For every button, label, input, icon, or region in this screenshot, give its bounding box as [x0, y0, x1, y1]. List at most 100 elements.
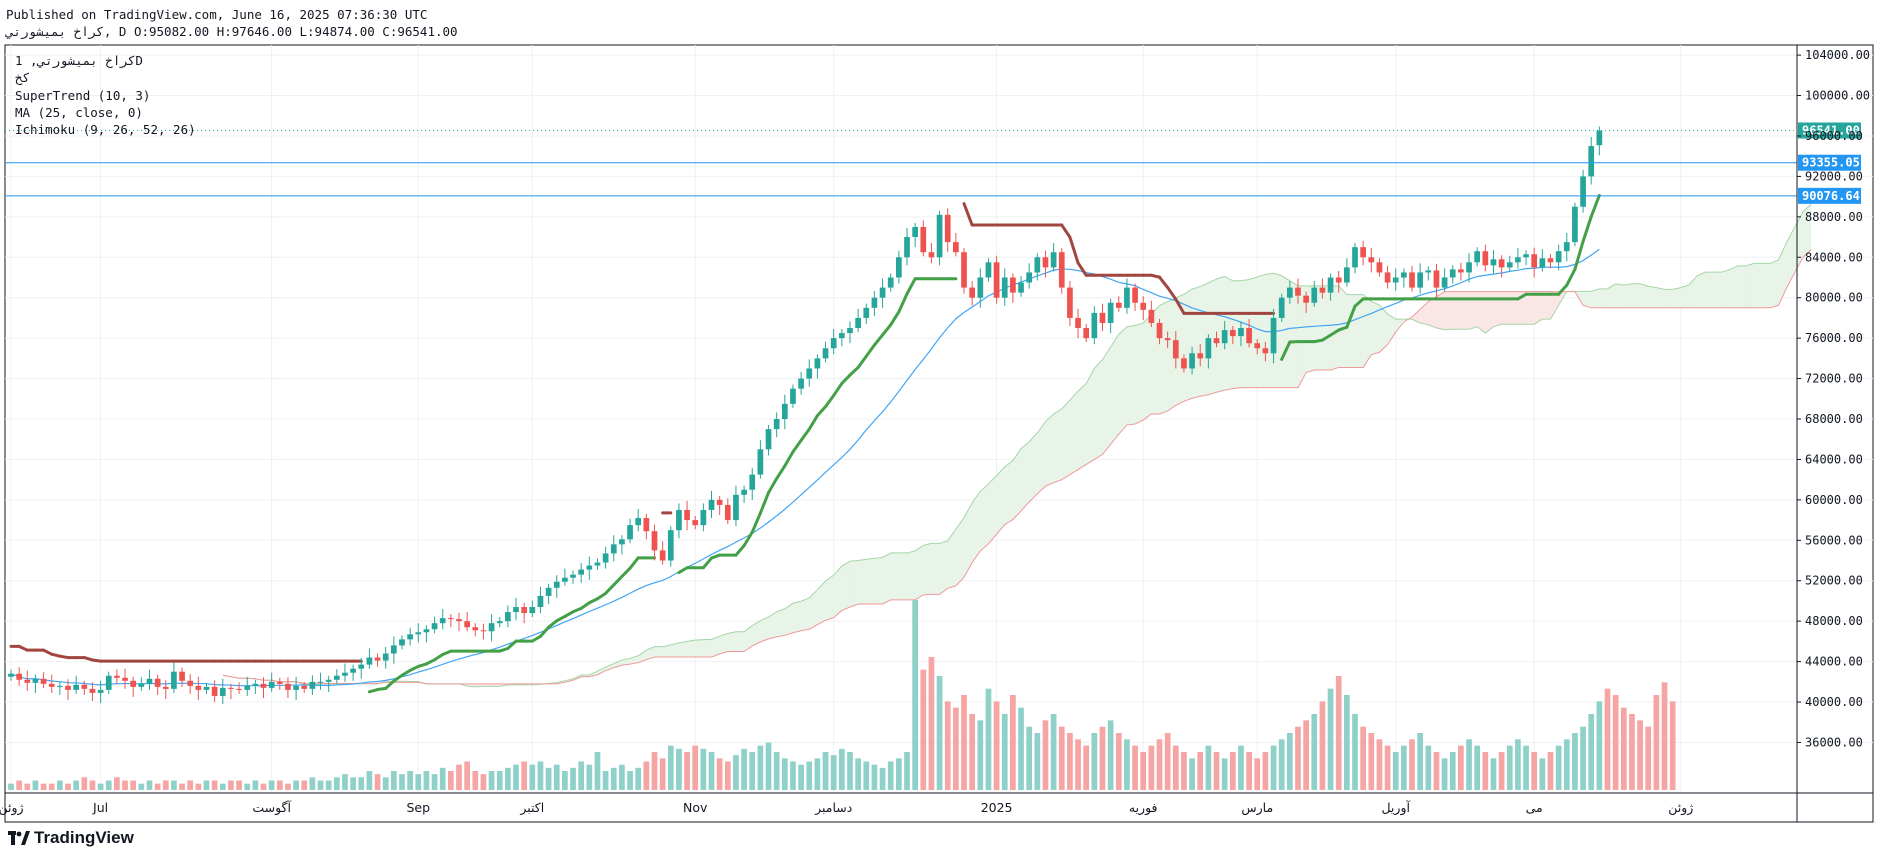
volume-bar: [586, 764, 593, 790]
candle-up: [741, 489, 747, 495]
volume-bar: [781, 758, 788, 790]
candle-up: [1490, 259, 1497, 266]
volume-bar: [431, 774, 438, 790]
cloud-segment: [1452, 291, 1461, 330]
volume-bar: [1262, 752, 1269, 790]
candle-up: [1572, 206, 1578, 243]
legend-ma[interactable]: MA (25, close, 0): [15, 105, 143, 120]
candle-up: [171, 671, 177, 689]
volume-bar: [838, 748, 845, 790]
candle-down: [1246, 328, 1252, 344]
cloud-segment: [1053, 408, 1062, 483]
cloud-segment: [1697, 272, 1706, 308]
candle-down: [724, 504, 731, 521]
volume-bar: [684, 752, 690, 790]
candle-up: [268, 681, 275, 688]
volume-bar: [211, 780, 218, 790]
supertrend-segment: [1581, 215, 1593, 243]
x-tick-label: آوریل: [1381, 800, 1410, 816]
cloud-segment: [1371, 301, 1380, 355]
volume-bar: [553, 764, 560, 790]
candle-down: [236, 688, 242, 690]
volume-bar: [1458, 745, 1464, 790]
candle-down: [276, 681, 283, 684]
candle-down: [40, 678, 47, 684]
cloud-segment: [801, 597, 810, 631]
tradingview-logo[interactable]: TradingView: [8, 828, 134, 848]
candle-down: [1156, 322, 1163, 339]
time-axis[interactable]: ژوئن Jul آگوست Sep اکتبر Nov دسامبر 2025 فوریه ما…: [0, 792, 1873, 816]
candle-up: [1344, 267, 1350, 283]
candle-up: [1466, 262, 1472, 273]
cloud-segment: [1208, 279, 1217, 395]
candle-up: [1221, 330, 1228, 344]
legend-ichimoku[interactable]: Ichimoku (9, 26, 52, 26): [15, 122, 196, 137]
volume-bar: [317, 780, 324, 790]
supertrend-segment: [815, 405, 828, 418]
cloud-segment: [1729, 265, 1738, 308]
supertrend-segment: [872, 333, 885, 347]
volume-bar: [1629, 714, 1635, 790]
volume-bar: [114, 777, 120, 790]
cloud-segment: [923, 543, 932, 595]
price-chart[interactable]: 93355.0590076.6496541.00 104000.00100000…: [0, 0, 1878, 858]
candle-down: [456, 619, 462, 622]
supertrend-segment: [1060, 223, 1072, 239]
volume-bar: [1205, 745, 1212, 790]
x-tick-label: ژوئن: [0, 800, 24, 816]
supertrend-segment: [783, 450, 795, 468]
volume-bar: [1604, 688, 1611, 790]
candle-up: [73, 684, 80, 690]
supertrend-segment: [824, 393, 836, 409]
cloud-segment: [915, 545, 924, 600]
volume-bar: [488, 771, 495, 790]
supertrend-segment: [1076, 261, 1088, 277]
volume-bar: [1384, 745, 1391, 790]
candle-up: [1449, 269, 1456, 278]
cloud-segment: [931, 543, 940, 595]
supertrend-segment: [856, 354, 868, 369]
supertrend-segment: [1565, 267, 1577, 287]
y-tick-label: 84000.00: [1805, 250, 1863, 264]
candle-up: [1001, 277, 1008, 298]
candle-down: [1458, 269, 1464, 273]
cloud-segment: [1526, 291, 1535, 325]
volume-bar: [1653, 695, 1660, 790]
volume-bar: [1669, 701, 1676, 790]
cloud-segment: [1045, 413, 1054, 487]
volume-bar: [1531, 752, 1538, 790]
candle-down: [944, 214, 951, 243]
candle-down: [993, 262, 1000, 298]
cloud-segment: [849, 560, 859, 608]
volume-bar: [1360, 726, 1366, 790]
volume-bar: [179, 783, 185, 790]
volume-bar: [798, 764, 804, 790]
volume-bar: [879, 767, 886, 790]
candle-up: [1352, 247, 1358, 268]
volume-bar: [643, 761, 650, 790]
candle-down: [260, 683, 267, 688]
cloud-segment: [1713, 272, 1722, 308]
volume-bar: [219, 783, 226, 790]
volume-bar: [480, 774, 487, 790]
candle-up: [586, 565, 593, 570]
volume-bar: [73, 780, 80, 790]
candle-up: [513, 607, 519, 613]
volume-bar: [529, 764, 536, 790]
candle-down: [472, 627, 479, 631]
volume-bar: [545, 767, 552, 790]
volume-bar: [985, 688, 992, 790]
cloud-segment: [898, 552, 907, 600]
supertrend-segment: [848, 365, 860, 377]
volume-bar: [1181, 752, 1187, 790]
candle-up: [781, 403, 788, 419]
legend-supertrend[interactable]: SuperTrend (10, 3): [15, 88, 150, 103]
candle-down: [187, 680, 194, 686]
candle-up: [1270, 317, 1277, 354]
candle-up: [537, 595, 544, 608]
candle-down: [1335, 277, 1342, 283]
x-tick-label: می: [1526, 800, 1543, 815]
volume-bar: [1352, 714, 1358, 790]
candle-down: [1498, 259, 1505, 268]
volume-bar: [993, 701, 1000, 790]
